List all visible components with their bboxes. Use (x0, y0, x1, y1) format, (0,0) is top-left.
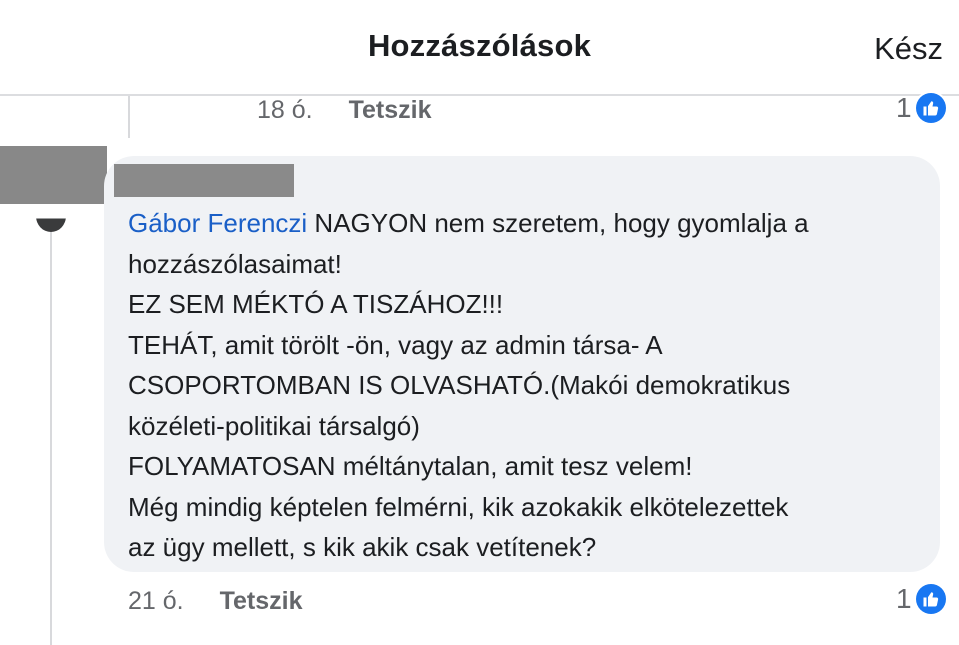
comment-text: Gábor Ferenczi NAGYON nem szeretem, hogy… (128, 203, 928, 568)
thumbs-up-icon (915, 584, 946, 614)
avatar[interactable] (0, 146, 107, 204)
comment-meta: 21 ó. Tetszik (128, 584, 303, 618)
comment-reaction-count: 1 (896, 583, 912, 614)
thread-line (50, 232, 52, 645)
page-title: Hozzászólások (367, 28, 592, 63)
previous-comment-reaction-count: 1 (896, 92, 912, 123)
thumbs-up-icon (915, 93, 946, 123)
previous-comment-meta: 18 ó. Tetszik (257, 93, 432, 127)
author-name-redacted[interactable] (114, 164, 294, 197)
done-button[interactable]: Kész (874, 31, 943, 67)
comment-time: 21 ó. (128, 586, 184, 615)
mention-link[interactable]: Gábor Ferenczi (128, 208, 307, 238)
thread-line-previous (128, 96, 130, 138)
comment-body: NAGYON nem szeretem, hogy gyomlalja a ho… (128, 208, 809, 562)
comment-reactions[interactable]: 1 (896, 583, 946, 615)
header-bar: Hozzászólások Kész (0, 0, 959, 96)
avatar-edge (36, 218, 66, 232)
previous-comment-time: 18 ó. (257, 95, 313, 124)
previous-comment-reactions[interactable]: 1 (896, 92, 946, 124)
comment-like-button[interactable]: Tetszik (220, 587, 303, 616)
previous-comment-like-button[interactable]: Tetszik (349, 96, 432, 125)
